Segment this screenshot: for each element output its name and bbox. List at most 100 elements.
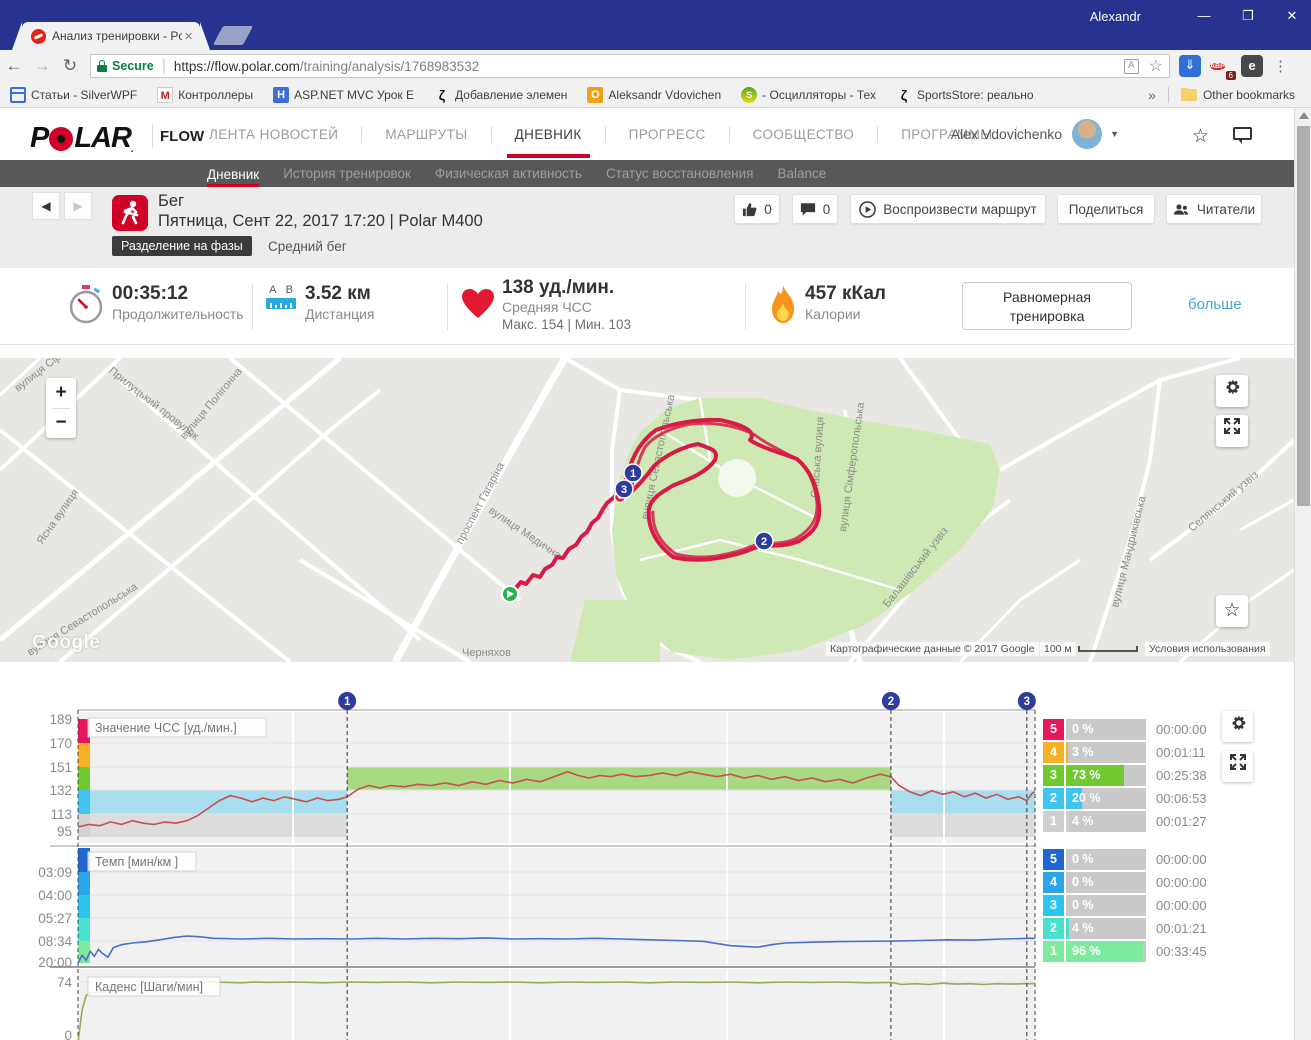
distance-label: Дистанция xyxy=(305,306,375,322)
table-blue-icon xyxy=(10,87,26,103)
heart-rate-icon xyxy=(460,288,496,325)
page-scrollbar[interactable] xyxy=(1294,108,1311,1040)
avatar xyxy=(1072,119,1102,149)
svg-text:170: 170 xyxy=(49,736,72,751)
maximize-button[interactable]: ❐ xyxy=(1233,4,1263,28)
map-favorite-star-button[interactable]: ☆ xyxy=(1216,595,1248,627)
duration-label: Продолжительность xyxy=(112,306,244,322)
chrome-menu-icon[interactable]: ⋮ xyxy=(1273,57,1288,75)
reload-button[interactable]: ↻ xyxy=(56,56,84,76)
nav-item-diary[interactable]: ДНЕВНИК xyxy=(513,127,584,142)
nav-item-progress[interactable]: ПРОГРЕСС xyxy=(627,127,708,142)
polar-top-nav: PLAR. FLOW ЛЕНТА НОВОСТЕЙ МАРШРУТЫ ДНЕВН… xyxy=(0,108,1294,160)
h-blue-icon: H xyxy=(273,87,289,103)
adblock-extension-icon[interactable]: ABP 6 xyxy=(1210,55,1232,77)
bookmarks-overflow-icon[interactable]: » xyxy=(1148,87,1156,103)
new-tab-button[interactable] xyxy=(213,26,253,45)
svg-text:3: 3 xyxy=(621,484,627,496)
followers-button[interactable]: Читатели xyxy=(1166,194,1262,224)
download-extension-icon[interactable]: ⇓ xyxy=(1179,55,1201,77)
map-canvas[interactable]: Прилуцький провулок вулиця Полігонна Ясн… xyxy=(0,358,1294,662)
bookmark-item[interactable]: ζДобавление элемен xyxy=(434,87,567,103)
zoom-in-button[interactable]: + xyxy=(46,378,76,408)
bookmark-item[interactable]: OAleksandr Vdovichen xyxy=(587,87,721,103)
training-header: ◀ ▶ Бег Пятница, Сент 22, 2017 17:20 | P… xyxy=(0,187,1294,268)
forward-button[interactable]: → xyxy=(28,56,56,76)
svg-text:95: 95 xyxy=(57,824,72,839)
other-bookmarks-button[interactable]: Other bookmarks xyxy=(1181,88,1295,102)
google-watermark: Google xyxy=(32,632,100,654)
evernote-extension-icon[interactable]: e xyxy=(1241,55,1263,77)
map-settings-button[interactable] xyxy=(1216,375,1248,407)
prev-session-button[interactable]: ◀ xyxy=(32,192,60,220)
account-menu[interactable]: Alex Vdovichenko ▼ xyxy=(951,119,1119,149)
bookmark-item[interactable]: MКонтроллеры xyxy=(157,87,253,103)
polar-logo[interactable]: PLAR. xyxy=(30,122,133,155)
like-button[interactable]: 0 xyxy=(734,194,780,224)
thumbs-up-icon xyxy=(742,202,757,217)
bookmark-item[interactable]: HASP.NET MVC Урок Е xyxy=(273,87,414,103)
chart-settings-button[interactable] xyxy=(1222,711,1253,742)
bookmark-item[interactable]: Статьи - SilverWPF xyxy=(10,87,137,103)
minimize-button[interactable]: — xyxy=(1189,4,1219,28)
browser-tab[interactable]: Анализ тренировки - Po ✕ xyxy=(22,22,200,50)
browser-window: Анализ тренировки - Po ✕ Alexandr — ❐ ✕ … xyxy=(0,0,1311,1040)
more-link[interactable]: больше xyxy=(1188,296,1242,313)
feedback-chat-icon[interactable] xyxy=(1233,127,1252,140)
bookmark-item[interactable]: ζSportsStore: реально xyxy=(896,87,1034,103)
svg-text:20:00: 20:00 xyxy=(38,955,72,970)
gear-icon xyxy=(1223,378,1241,396)
nav-item-routes[interactable]: МАРШРУТЫ xyxy=(383,127,469,142)
svg-text:Черняхов: Черняхов xyxy=(462,647,511,659)
hr-zone-row: 373 %00:25:38 xyxy=(1043,765,1293,786)
svg-text:08:34: 08:34 xyxy=(38,934,72,949)
scrollbar-thumb[interactable] xyxy=(1297,126,1310,506)
svg-text:Каденс [Шаги/мин]: Каденс [Шаги/мин] xyxy=(95,980,203,994)
map-terms-link[interactable]: Условия использования xyxy=(1145,642,1270,656)
sport-title: Бег xyxy=(158,192,184,211)
bookmark-item[interactable]: S- Осцилляторы - Тех xyxy=(741,87,876,103)
svg-text:189: 189 xyxy=(49,712,72,727)
bookmark-star-icon[interactable]: ☆ xyxy=(1149,56,1163,76)
chart-fullscreen-button[interactable] xyxy=(1222,751,1253,782)
svg-text:04:00: 04:00 xyxy=(38,888,72,903)
share-button[interactable]: Поделиться xyxy=(1057,194,1155,224)
folder-icon xyxy=(1181,89,1197,101)
account-name: Alex Vdovichenko xyxy=(951,126,1062,142)
route-map[interactable]: Прилуцький провулок вулиця Полігонна Ясн… xyxy=(0,358,1294,662)
address-bar[interactable]: Secure | https://flow.polar.com/training… xyxy=(90,54,1170,78)
translate-icon[interactable]: A xyxy=(1124,59,1139,74)
back-button[interactable]: ← xyxy=(0,56,28,76)
svg-text:74: 74 xyxy=(57,975,73,990)
calories-label: Калории xyxy=(805,306,860,322)
metanit-icon: ζ xyxy=(434,87,450,103)
subnav-diary[interactable]: Дневник xyxy=(207,160,259,187)
map-fullscreen-button[interactable] xyxy=(1216,415,1248,447)
favorites-star-icon[interactable]: ☆ xyxy=(1192,125,1209,148)
svg-text:03:09: 03:09 xyxy=(38,865,72,880)
svg-text:05:27: 05:27 xyxy=(38,911,72,926)
diary-subnav: Дневник История тренировок Физическая ак… xyxy=(0,160,1294,187)
nav-item-feed[interactable]: ЛЕНТА НОВОСТЕЙ xyxy=(207,127,340,142)
subnav-balance[interactable]: Balance xyxy=(777,160,826,187)
subnav-history[interactable]: История тренировок xyxy=(283,160,411,187)
s-green-icon: S xyxy=(741,87,757,103)
followers-icon xyxy=(1173,203,1190,216)
url-host: https://flow.polar.com xyxy=(174,59,300,74)
next-session-button[interactable]: ▶ xyxy=(64,192,92,220)
comment-button[interactable]: 0 xyxy=(792,194,838,224)
svg-text:1: 1 xyxy=(630,468,636,480)
gear-icon xyxy=(1229,714,1247,732)
training-benefit-button[interactable]: Равномернаятренировка xyxy=(962,282,1132,330)
nav-item-community[interactable]: СООБЩЕСТВО xyxy=(751,127,857,142)
replay-route-button[interactable]: Воспроизвести маршрут xyxy=(850,194,1046,224)
tab-close-icon[interactable]: ✕ xyxy=(184,30,193,43)
zoom-out-button[interactable]: − xyxy=(46,408,76,438)
scrollbar-up-icon[interactable] xyxy=(1299,112,1309,119)
subnav-activity[interactable]: Физическая активность xyxy=(435,160,582,187)
hr-zones-table: 50 %00:00:00 43 %00:01:11 373 %00:25:38 … xyxy=(1043,719,1293,834)
subnav-recovery[interactable]: Статус восстановления xyxy=(606,160,754,187)
hr-minmax: Макс. 154 | Мин. 103 xyxy=(502,317,631,332)
url-path: /training/analysis/1768983532 xyxy=(300,59,479,74)
close-button[interactable]: ✕ xyxy=(1277,4,1307,28)
